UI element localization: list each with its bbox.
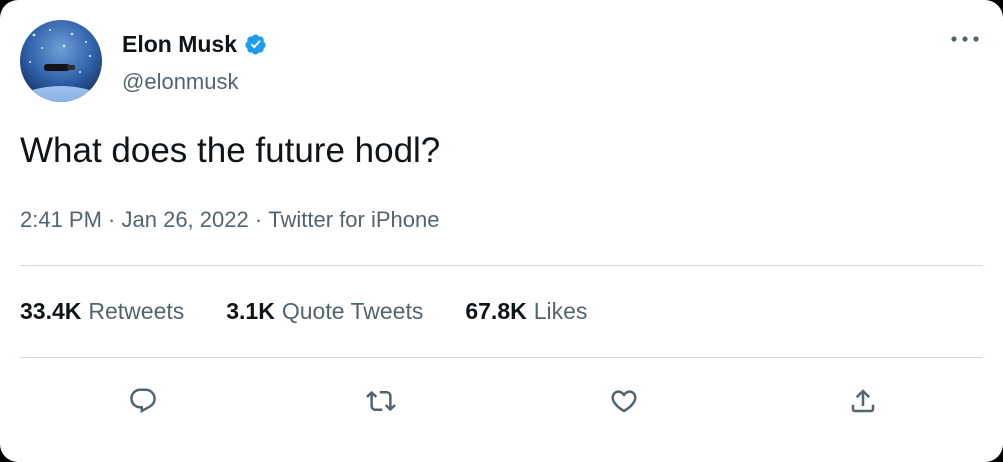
tweet-meta: 2:41 PM · Jan 26, 2022 · Twitter for iPh… (20, 207, 439, 233)
meta-separator: · (101, 207, 122, 232)
like-button[interactable] (601, 378, 647, 424)
heart-icon (611, 390, 637, 413)
stats-row: 33.4K Retweets 3.1K Quote Tweets 67.8K L… (20, 298, 587, 325)
user-handle[interactable]: @elonmusk (122, 69, 239, 95)
retweet-icon (366, 390, 396, 412)
name-row: Elon Musk (122, 29, 267, 59)
share-icon (851, 389, 875, 413)
meta-separator: · (248, 207, 269, 232)
stat-count: 33.4K (20, 298, 82, 324)
quote-tweets-stat[interactable]: 3.1K Quote Tweets (226, 298, 423, 325)
more-icon (951, 36, 979, 42)
actions-row (0, 378, 1003, 424)
stat-count: 67.8K (465, 298, 527, 324)
retweets-stat[interactable]: 33.4K Retweets (20, 298, 184, 325)
retweet-button[interactable] (358, 378, 404, 424)
divider (20, 357, 983, 358)
tweet-source[interactable]: Twitter for iPhone (268, 207, 439, 233)
verified-badge-icon (244, 33, 267, 56)
stat-label: Retweets (88, 298, 185, 324)
divider (20, 265, 983, 266)
likes-stat[interactable]: 67.8K Likes (465, 298, 587, 325)
avatar-image (20, 20, 102, 102)
tweet-date[interactable]: Jan 26, 2022 (122, 207, 249, 233)
stat-label: Likes (533, 298, 588, 324)
tweet-text: What does the future hodl? (20, 131, 441, 170)
stat-count: 3.1K (226, 298, 275, 324)
share-button[interactable] (840, 378, 886, 424)
avatar[interactable] (20, 20, 102, 102)
reply-button[interactable] (120, 378, 166, 424)
display-name[interactable]: Elon Musk (122, 31, 237, 58)
tweet-card: Elon Musk @elonmusk What does the future… (0, 0, 1003, 462)
reply-icon (130, 388, 156, 414)
more-button[interactable] (945, 26, 985, 52)
tweet-time[interactable]: 2:41 PM (20, 207, 102, 233)
stat-label: Quote Tweets (281, 298, 424, 324)
